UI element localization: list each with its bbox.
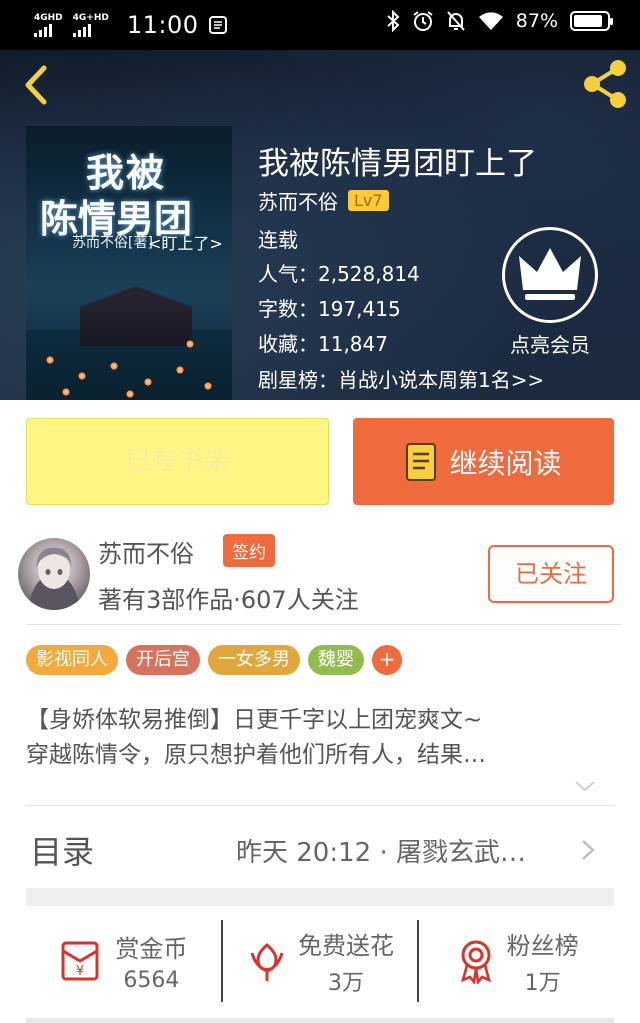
author-name[interactable]: 苏而不俗	[98, 534, 194, 569]
clock: 11:00	[126, 11, 199, 39]
send-flowers-button[interactable]: 免费送花 3万	[220, 920, 418, 1002]
tag-item[interactable]: 影视同人	[26, 645, 118, 675]
author-level-badge: Lv7	[348, 190, 389, 211]
stat-label: 赏金币	[115, 935, 188, 963]
book-header: 4GHD 4G+HD 11:00 87% 我被 陈情男团 苏而不俗[著] <盯上…	[0, 0, 640, 400]
expand-chevron-down-icon[interactable]	[574, 778, 596, 794]
add-tag-button[interactable]: +	[372, 645, 402, 675]
book-ranking-link[interactable]: 剧星榜：肖战小说本周第1名>>	[258, 364, 544, 393]
book-word-count: 字数：197,415	[258, 297, 401, 321]
battery-icon	[570, 11, 613, 31]
book-cover[interactable]: 我被 陈情男团 苏而不俗[著] <盯上了>	[26, 126, 232, 400]
signed-badge: 签约	[223, 534, 275, 567]
divider	[26, 805, 614, 806]
divider	[26, 624, 622, 625]
description-line: 穿越陈情令，原只想护着他们所有人，结果…	[26, 742, 486, 768]
book-popularity: 人气：2,528,814	[258, 262, 420, 286]
red-envelope-icon: ¥	[61, 941, 99, 981]
book-author-row: 苏而不俗 Lv7	[258, 186, 389, 215]
fans-ranking-button[interactable]: 粉丝榜 1万	[417, 920, 614, 1002]
chevron-right-icon[interactable]	[580, 838, 596, 862]
bluetooth-icon	[387, 10, 400, 32]
sim1-label: 4GHD	[34, 12, 63, 23]
book-icon	[406, 442, 437, 481]
stat-value: 3万	[328, 970, 364, 996]
description-line: 【身娇体软易推倒】日更千字以上团宠爽文~	[26, 707, 483, 733]
vip-button[interactable]: 点亮会员	[500, 227, 600, 358]
medal-icon	[460, 940, 491, 984]
flower-icon	[250, 943, 284, 981]
reward-coins-button[interactable]: ¥ 赏金币 6564	[26, 920, 221, 1002]
cover-pavilion	[80, 286, 192, 346]
section-separator	[26, 888, 614, 906]
stat-value: 1万	[524, 970, 561, 996]
sim2-label: 4G+HD	[72, 12, 109, 23]
screenshot-notification-icon	[208, 16, 227, 34]
book-favorites: 收藏：11,847	[258, 332, 388, 356]
battery-percent: 87%	[515, 10, 558, 32]
book-description[interactable]: 【身娇体软易推倒】日更千字以上团宠爽文~ 穿越陈情令，原只想护着他们所有人，结果…	[26, 703, 612, 773]
book-status: 连载	[258, 228, 298, 252]
stats-bar: ¥ 赏金币 6564 免费送花 3万 粉丝榜 1万	[26, 920, 614, 1002]
author-avatar[interactable]	[18, 538, 90, 610]
crown-icon	[519, 248, 581, 300]
signal-sim1-icon: 4GHD	[34, 12, 63, 37]
status-bar: 4GHD 4G+HD 11:00 87%	[0, 0, 640, 50]
book-title: 我被陈情男团盯上了	[258, 146, 537, 182]
in-bookshelf-button[interactable]: 已在书架	[26, 418, 329, 505]
continue-reading-label: 继续阅读	[449, 446, 562, 480]
book-author[interactable]: 苏而不俗	[258, 186, 338, 215]
author-meta: 著有3部作品·607人关注	[98, 586, 359, 614]
tag-item[interactable]: 开后宫	[126, 645, 200, 675]
stat-label: 免费送花	[298, 931, 394, 960]
stat-label: 粉丝榜	[506, 931, 579, 960]
tag-item[interactable]: 魏婴	[308, 645, 364, 675]
cover-subtitle: <盯上了>	[148, 234, 223, 253]
toc-title[interactable]: 目录	[30, 827, 94, 873]
svg-text:¥: ¥	[76, 964, 84, 979]
alarm-icon	[413, 11, 433, 31]
follow-button[interactable]: 已关注	[488, 545, 614, 603]
toc-latest-chapter[interactable]: 昨天 20:12 · 屠戮玄武…	[236, 832, 526, 869]
tag-list: 影视同人 开后宫 一女多男 魏婴 +	[26, 645, 402, 675]
cover-author: 苏而不俗[著]	[72, 235, 153, 251]
signal-sim2-icon: 4G+HD	[72, 12, 109, 37]
wifi-icon	[478, 12, 503, 30]
continue-reading-button[interactable]: 继续阅读	[353, 418, 614, 505]
tag-item[interactable]: 一女多男	[208, 645, 300, 675]
stat-value: 6564	[123, 968, 180, 993]
mute-bell-icon	[447, 11, 465, 31]
share-icon[interactable]	[580, 58, 630, 110]
bottom-separator	[26, 1018, 614, 1023]
vip-label: 点亮会员	[510, 333, 590, 357]
back-arrow-icon[interactable]	[14, 60, 58, 110]
